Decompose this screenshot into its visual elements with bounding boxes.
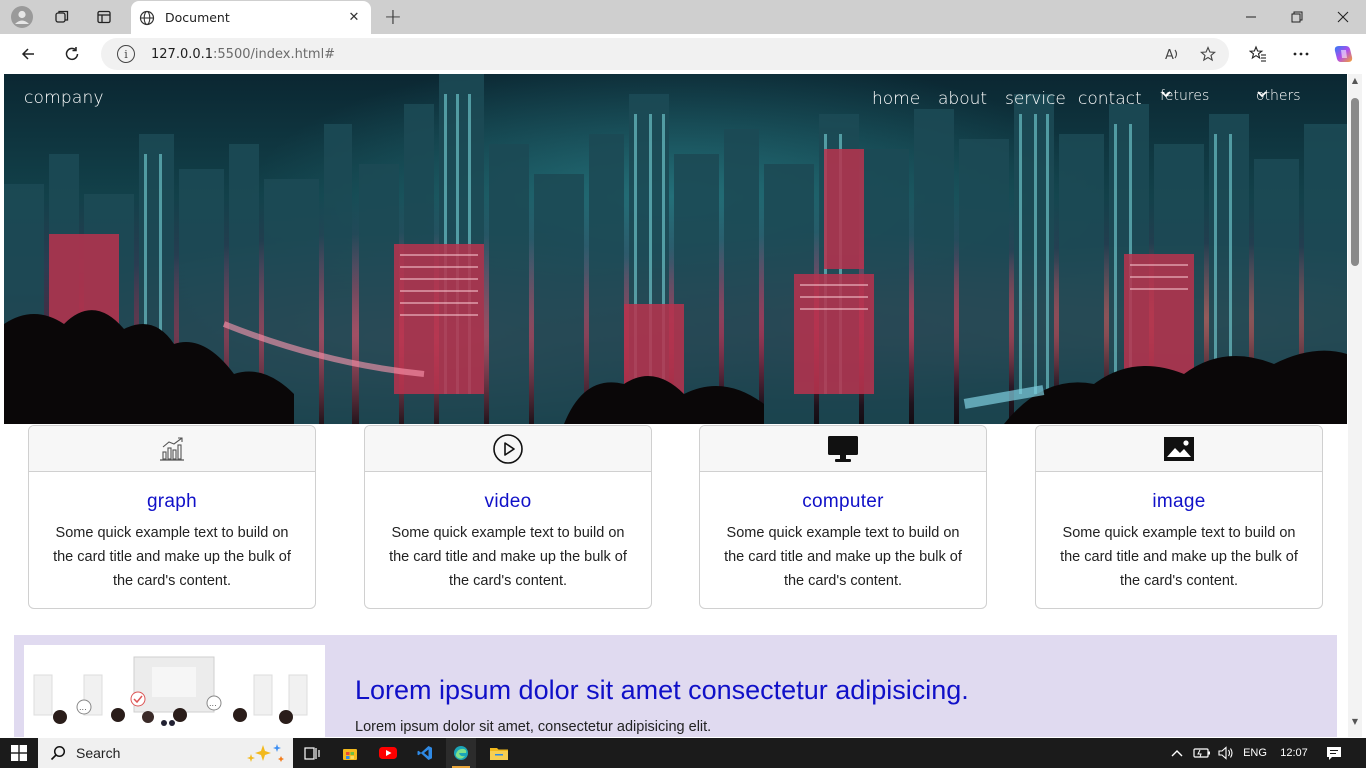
clock-time: 12:07 xyxy=(1280,747,1308,759)
card-image: image Some quick example text to build o… xyxy=(1035,425,1323,609)
favorites-icon[interactable] xyxy=(1243,39,1273,69)
store-icon[interactable] xyxy=(338,738,362,768)
image-icon xyxy=(1164,436,1194,461)
tab-document[interactable]: Document ✕ xyxy=(131,1,371,34)
globe-icon xyxy=(139,10,155,25)
restore-icon[interactable] xyxy=(1274,0,1320,34)
search-highlight-icon xyxy=(247,744,284,762)
taskbar-search[interactable]: Search xyxy=(38,738,293,768)
minimize-icon[interactable] xyxy=(1228,0,1274,34)
search-label: Search xyxy=(76,745,121,761)
card-header xyxy=(700,426,986,472)
card-title: computer xyxy=(802,491,884,512)
more-menu-icon[interactable] xyxy=(1286,39,1316,69)
scroll-up-arrow-icon[interactable]: ▲ xyxy=(1351,77,1359,85)
card-text: Some quick example text to build on the … xyxy=(1060,525,1298,589)
battery-icon[interactable] xyxy=(1192,738,1212,768)
card-header xyxy=(1036,426,1322,472)
play-circle-icon xyxy=(493,433,523,464)
address-bar[interactable]: i 127.0.0.1:5500/index.html# A xyxy=(101,38,1229,70)
volume-icon[interactable] xyxy=(1216,738,1236,768)
brand-logo[interactable]: company xyxy=(24,88,104,108)
card-text: Some quick example text to build on the … xyxy=(389,525,627,589)
nav-link-about[interactable]: about xyxy=(938,89,987,109)
card-header xyxy=(365,426,651,472)
card-title: image xyxy=(1152,491,1206,512)
promo-text: Lorem ipsum dolor sit amet, consectetur … xyxy=(355,719,712,735)
clock[interactable]: 12:07 xyxy=(1274,738,1314,768)
card-title: video xyxy=(484,491,532,512)
close-tab-icon[interactable]: ✕ xyxy=(343,7,365,29)
refresh-icon[interactable] xyxy=(57,39,87,69)
read-aloud-icon[interactable]: A xyxy=(1157,39,1187,69)
browser-toolbar: i 127.0.0.1:5500/index.html# A xyxy=(0,34,1366,74)
card-video: video Some quick example text to build o… xyxy=(364,425,652,609)
site-info-icon[interactable]: i xyxy=(117,45,135,63)
card-computer: computer Some quick example text to buil… xyxy=(699,425,987,609)
copilot-icon[interactable] xyxy=(1329,39,1359,69)
close-window-icon[interactable] xyxy=(1320,0,1366,34)
search-icon xyxy=(50,745,66,761)
notifications-icon[interactable] xyxy=(1322,738,1346,768)
hero-banner: company home about service contact fetur… xyxy=(4,74,1347,424)
url-host: 127.0.0.1 xyxy=(151,46,214,62)
nav-link-service[interactable]: service xyxy=(1005,89,1066,109)
nav-link-contact[interactable]: contact xyxy=(1078,89,1142,109)
chevron-down-icon xyxy=(1161,91,1171,98)
tab-actions-icon[interactable] xyxy=(90,4,118,30)
svg-text:...: ... xyxy=(209,699,217,708)
team-meeting-illustration: ... ... xyxy=(24,645,325,737)
windows-start-icon[interactable] xyxy=(6,738,32,768)
language-label: ENG xyxy=(1243,747,1267,759)
card-text: Some quick example text to build on the … xyxy=(724,525,962,589)
address-url[interactable]: 127.0.0.1:5500/index.html# xyxy=(151,47,1157,62)
card-title: graph xyxy=(146,491,198,512)
back-icon[interactable] xyxy=(13,39,43,69)
svg-text:A: A xyxy=(1165,48,1174,62)
desktop-icon xyxy=(828,435,858,462)
file-explorer-icon[interactable] xyxy=(487,738,511,768)
favorite-star-icon[interactable] xyxy=(1193,39,1223,69)
tab-title: Document xyxy=(165,10,230,25)
promo-section: ... ... Lorem ipsum dolor sit amet conse… xyxy=(14,635,1337,737)
nav-link-home[interactable]: home xyxy=(872,89,920,109)
youtube-icon[interactable] xyxy=(376,738,400,768)
card-graph: graph Some quick example text to build o… xyxy=(28,425,316,609)
vscode-icon[interactable] xyxy=(413,738,437,768)
new-tab-icon[interactable]: + xyxy=(380,4,406,30)
nav-dropdown-others[interactable]: others xyxy=(1256,88,1301,104)
promo-title: Lorem ipsum dolor sit amet consectetur a… xyxy=(355,675,969,705)
task-view-icon[interactable] xyxy=(300,738,324,768)
show-hidden-icons-chevron-icon[interactable] xyxy=(1168,738,1186,768)
scrollbar-thumb[interactable] xyxy=(1351,98,1359,266)
nav-dropdown-fetures[interactable]: fetures xyxy=(1160,88,1209,104)
profile-avatar-icon[interactable] xyxy=(8,4,36,30)
windows-taskbar: Search ENG 12:07 xyxy=(0,738,1366,768)
workspaces-icon[interactable] xyxy=(48,4,76,30)
svg-text:...: ... xyxy=(79,703,87,712)
page-scrollbar[interactable]: ▲ ▼ xyxy=(1348,74,1362,737)
edge-taskbar-icon[interactable] xyxy=(446,738,476,768)
browser-tab-bar: Document ✕ + xyxy=(0,0,1366,34)
chevron-down-icon xyxy=(1257,91,1267,98)
city-skyline-image xyxy=(4,74,1347,424)
page-viewport: company home about service contact fetur… xyxy=(4,74,1348,737)
scroll-down-arrow-icon[interactable]: ▼ xyxy=(1351,718,1359,726)
bar-chart-icon xyxy=(160,436,184,461)
card-text: Some quick example text to build on the … xyxy=(53,525,291,589)
card-header xyxy=(29,426,315,472)
language-indicator[interactable]: ENG xyxy=(1240,738,1270,768)
url-path: :5500/index.html# xyxy=(213,46,336,62)
